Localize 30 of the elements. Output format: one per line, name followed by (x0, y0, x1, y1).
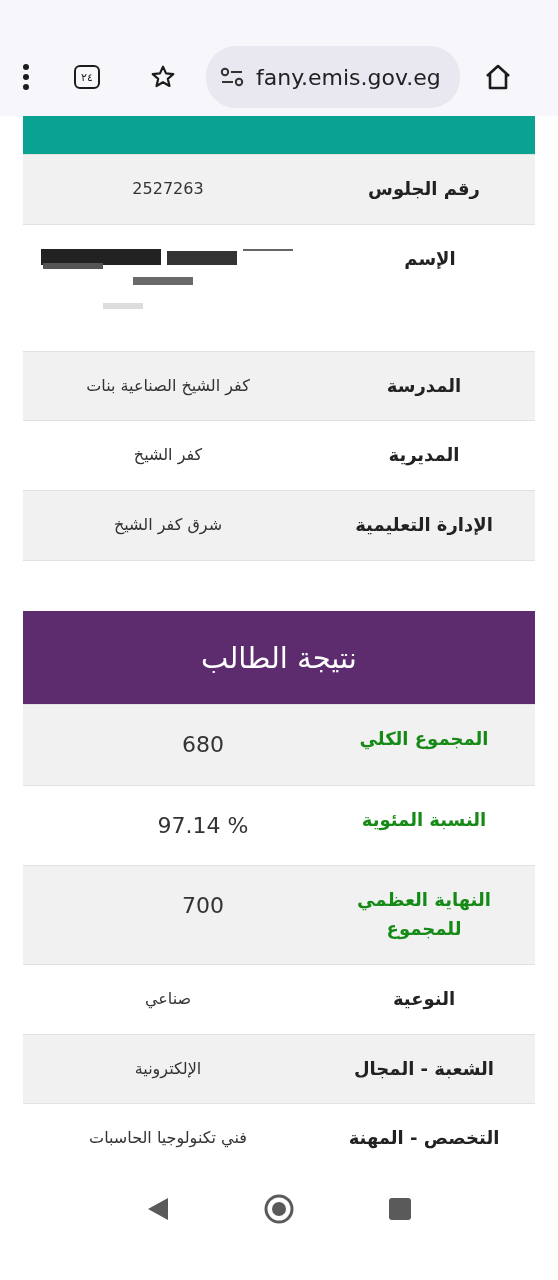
row-value: صناعي (143, 987, 193, 1011)
row-value: 700 (181, 892, 225, 921)
menu-icon[interactable] (22, 64, 30, 91)
row-value: % 97.14 (156, 811, 250, 840)
row-label: المدرسة (385, 373, 463, 398)
row-label: الإسم (403, 246, 457, 271)
row-label: رقم الجلوس (367, 177, 481, 202)
section-title: نتيجة الطالب (201, 640, 357, 675)
row-value: شرق كفر الشيخ (112, 514, 224, 537)
home-icon[interactable] (484, 63, 512, 92)
row-value: 2527263 (131, 178, 205, 201)
row-value: كفر الشيخ الصناعية بنات (85, 374, 251, 398)
tune-icon[interactable] (220, 67, 244, 88)
home-button-icon[interactable] (264, 1194, 294, 1225)
address-bar[interactable]: fany.emis.gov.eg (206, 46, 460, 109)
row-label: النسبة المئوية (360, 807, 488, 833)
row-label: النوعية (391, 986, 457, 1012)
row-label: التخصص - المهنة (347, 1126, 501, 1151)
row-value: الإلكترونية (133, 1057, 203, 1081)
row-label: الشعبة - المجال (353, 1056, 495, 1081)
row-label: النهاية العظمي للمجموع (356, 888, 492, 942)
row-value: 680 (181, 731, 225, 760)
recents-icon[interactable] (389, 1198, 411, 1221)
row-value: فني تكنولوجيا الحاسبات (88, 1127, 248, 1150)
row-label: المديرية (387, 443, 461, 468)
row-label: الإدارة التعليمية (354, 513, 494, 538)
back-icon[interactable] (147, 1197, 169, 1222)
row-label: المجموع الكلي (358, 727, 490, 752)
tab-count-button[interactable]: ٢٤ (74, 65, 100, 90)
row-value: كفر الشيخ (132, 444, 204, 467)
